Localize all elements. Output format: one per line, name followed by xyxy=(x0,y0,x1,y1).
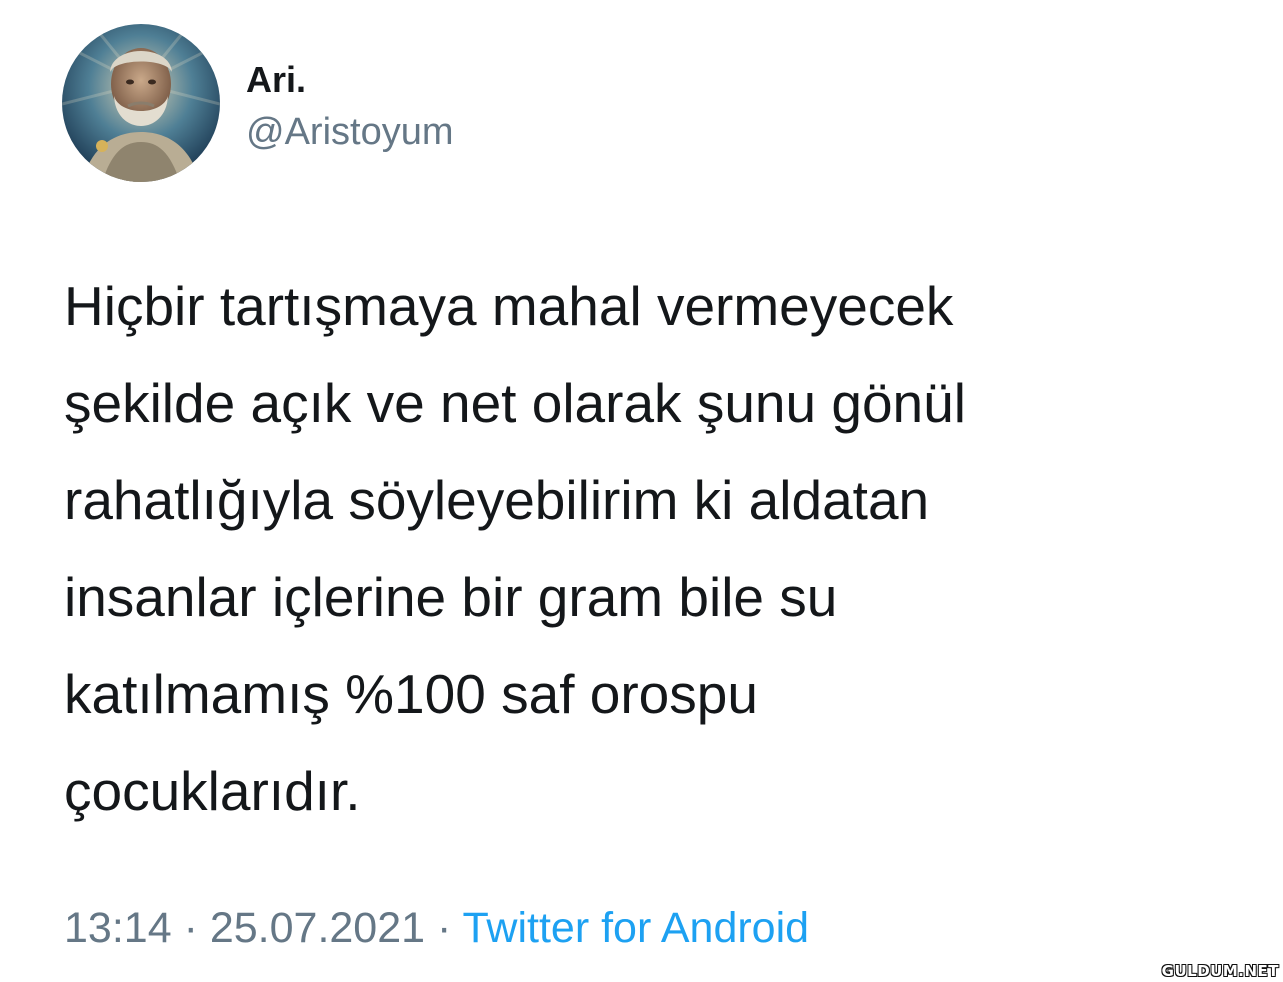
tweet-line: rahatlığıyla söyleyebilirim ki aldatan xyxy=(64,469,930,531)
meta-separator: · xyxy=(437,904,452,952)
tweet-line: insanlar içlerine bir gram bile su xyxy=(64,566,838,628)
avatar[interactable] xyxy=(62,24,220,182)
user-handle[interactable]: @Aristoyum xyxy=(246,108,454,156)
meta-separator: · xyxy=(183,904,198,952)
tweet-date[interactable]: 25.07.2021 xyxy=(210,904,425,952)
tweet-time[interactable]: 13:14 xyxy=(64,904,172,952)
tweet-meta: 13:14 · 25.07.2021 · Twitter for Android xyxy=(64,900,809,956)
bearded-man-portrait-icon xyxy=(62,24,220,182)
tweet-line: katılmamış %100 saf orospu xyxy=(64,663,758,725)
tweet-line: Hiçbir tartışmaya mahal vermeyecek xyxy=(64,275,954,337)
tweet-text: Hiçbir tartışmaya mahal vermeyecek şekil… xyxy=(64,258,1224,840)
watermark: GULDUM.NET xyxy=(1161,962,1279,980)
tweet-line: şekilde açık ve net olarak şunu gönül xyxy=(64,372,966,434)
tweet-source-link[interactable]: Twitter for Android xyxy=(463,904,810,952)
tweet-line: çocuklarıdır. xyxy=(64,760,361,822)
display-name[interactable]: Ari. xyxy=(246,58,306,102)
